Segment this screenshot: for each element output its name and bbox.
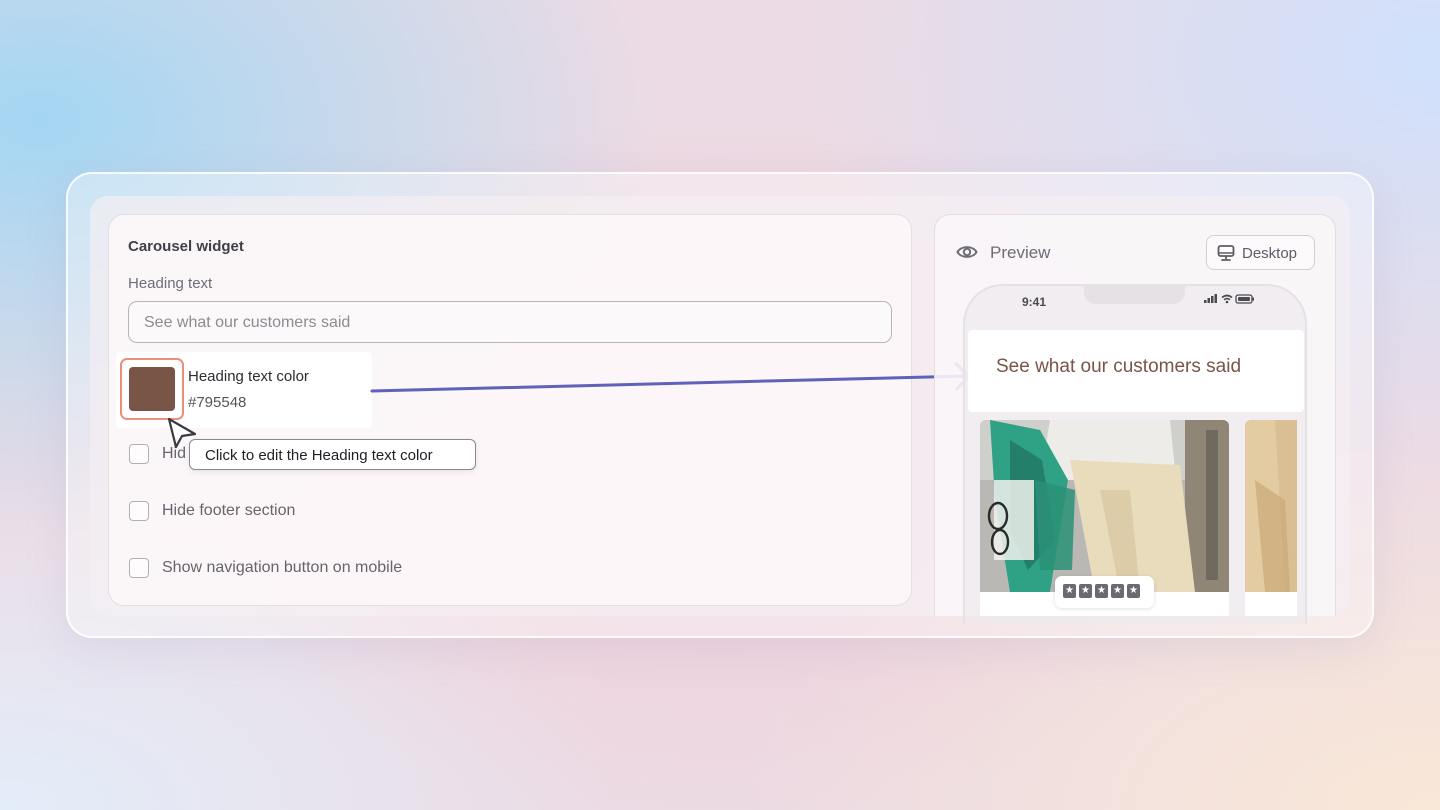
checkbox-label: Hide footer section xyxy=(162,502,296,519)
signal-icon xyxy=(1204,294,1217,303)
checkbox-label: Show navigation button on mobile xyxy=(162,559,403,576)
preview-heading-block: See what our customers said xyxy=(968,330,1304,412)
phone-notch xyxy=(1084,284,1185,304)
review-photo xyxy=(1245,420,1297,616)
next-review-card[interactable] xyxy=(1245,420,1297,616)
star-icon: ★ xyxy=(1079,584,1092,598)
heading-color-hex: #795548 xyxy=(188,394,247,411)
hide-footer-checkbox[interactable] xyxy=(129,501,149,521)
desktop-toggle-button[interactable]: Desktop xyxy=(1206,235,1315,270)
hide-header-checkbox[interactable] xyxy=(129,444,149,464)
preview-heading-text: See what our customers said xyxy=(996,356,1242,377)
star-rating: ★ ★ ★ ★ ★ xyxy=(1055,576,1154,608)
desktop-toggle-label: Desktop xyxy=(1242,245,1298,262)
star-icon: ★ xyxy=(1095,584,1108,598)
battery-icon xyxy=(1235,294,1254,304)
wifi-icon xyxy=(1221,294,1233,304)
panel-title: Carousel widget xyxy=(128,238,244,255)
monitor-icon xyxy=(1217,245,1235,261)
tooltip: Click to edit the Heading text color xyxy=(189,439,476,470)
star-icon: ★ xyxy=(1127,584,1140,598)
status-bar-icons xyxy=(1204,294,1254,304)
star-icon: ★ xyxy=(1111,584,1124,598)
heading-text-input[interactable]: See what our customers said xyxy=(128,301,892,343)
heading-color-swatch[interactable] xyxy=(129,367,175,411)
preview-title: Preview xyxy=(990,243,1051,262)
mouse-cursor-icon xyxy=(167,417,197,449)
status-time: 9:41 xyxy=(1022,295,1047,309)
heading-color-label: Heading text color xyxy=(188,368,309,385)
heading-text-value: See what our customers said xyxy=(144,314,351,331)
eye-icon xyxy=(956,246,978,258)
heading-text-label: Heading text xyxy=(128,275,213,292)
star-icon: ★ xyxy=(1063,584,1076,598)
show-nav-mobile-checkbox[interactable] xyxy=(129,558,149,578)
tooltip-text: Click to edit the Heading text color xyxy=(205,447,433,464)
